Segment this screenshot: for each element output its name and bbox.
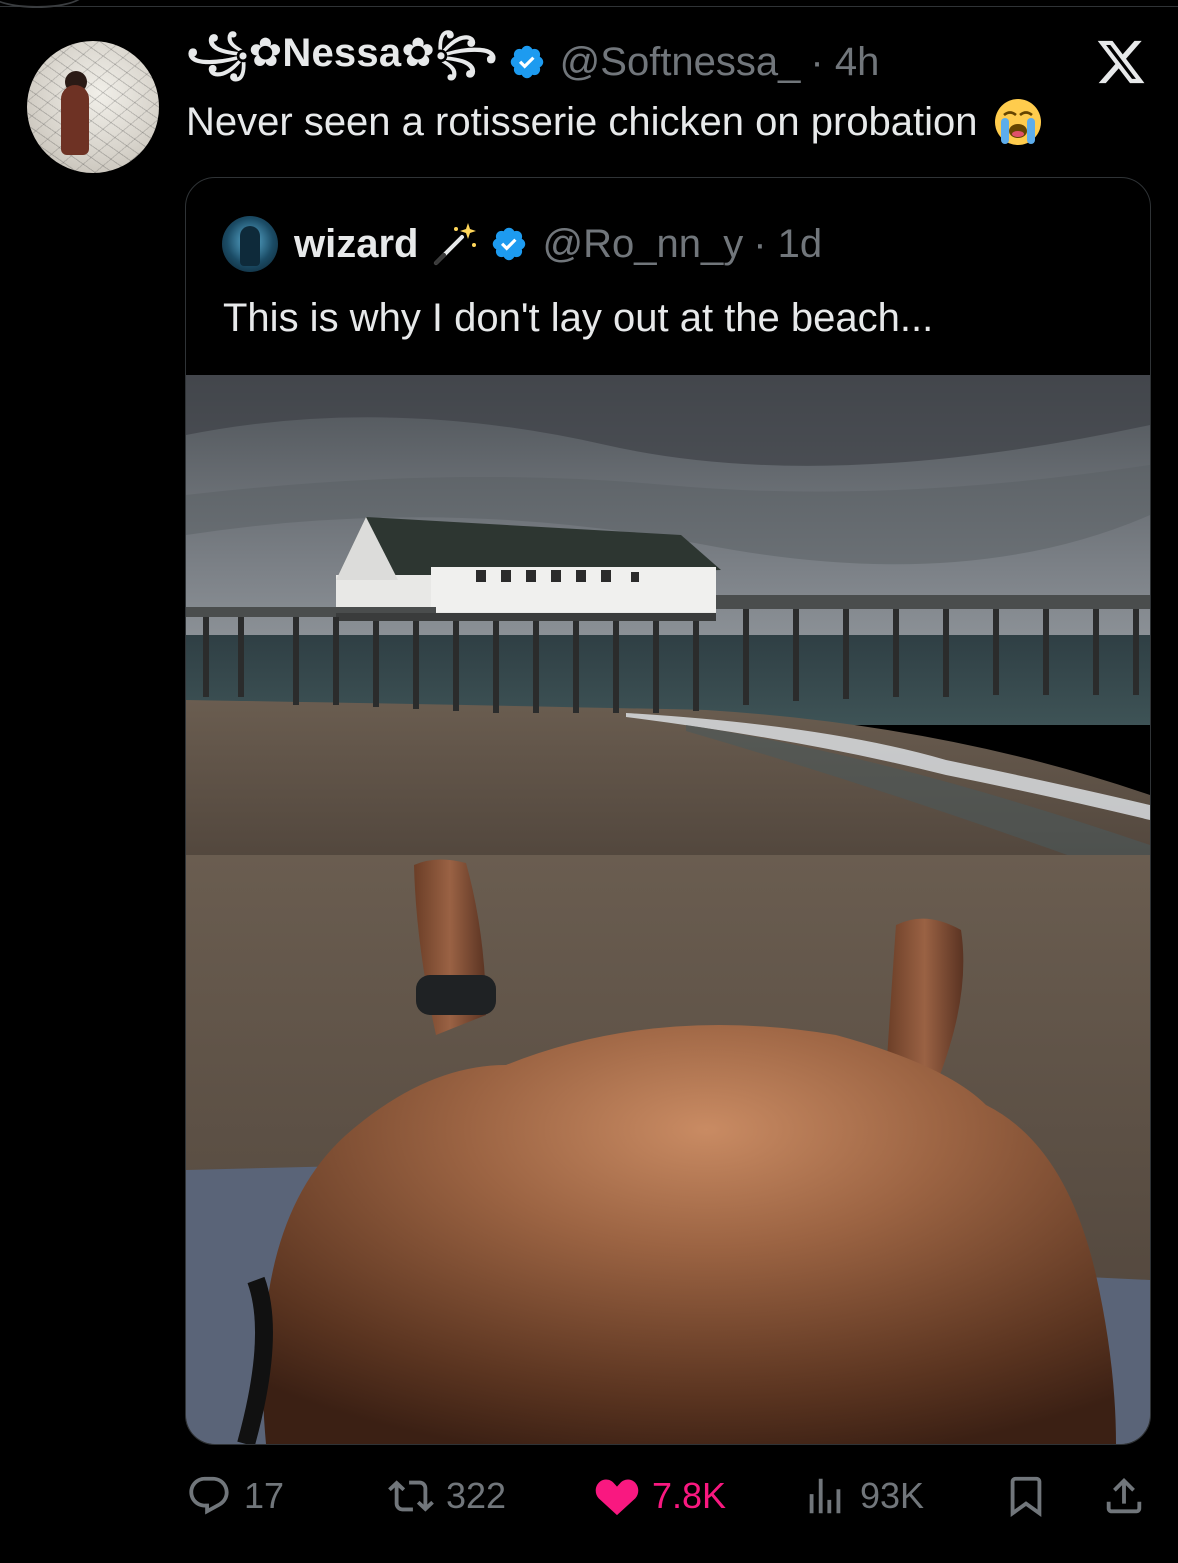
share-icon[interactable] [1101, 1473, 1147, 1519]
action-bar: 17 322 7.8K 93K [0, 1470, 1178, 1522]
quoted-author-avatar[interactable] [222, 216, 278, 272]
tweet-body: Never seen a rotisserie chicken on proba… [186, 99, 978, 144]
author-display-name[interactable]: ꧁✿Nessa✿꧂ [186, 21, 498, 103]
quoted-tweet-photo[interactable] [186, 375, 1150, 1444]
reply-button[interactable]: 17 [186, 1470, 284, 1522]
quoted-tweet-card[interactable]: wizard @Ro_nn_y · 1d This is why I don't… [185, 177, 1151, 1445]
magic-wand-icon [434, 223, 477, 265]
bookmark-icon[interactable] [1003, 1473, 1049, 1519]
like-icon [595, 1479, 639, 1516]
previous-post-divider [0, 0, 1178, 8]
repost-button[interactable]: 322 [388, 1470, 506, 1522]
verified-badge-icon [510, 45, 543, 79]
views-button[interactable]: 93K [802, 1470, 924, 1522]
like-button[interactable]: 7.8K [594, 1470, 726, 1522]
author-handle[interactable]: @Softnessa_ [560, 40, 801, 85]
quoted-author-display-name[interactable]: wizard [294, 222, 418, 267]
quoted-tweet-timestamp[interactable]: · 1d [753, 222, 822, 267]
reply-count: 17 [244, 1475, 285, 1516]
quoted-tweet-header: wizard @Ro_nn_y · 1d [222, 216, 822, 272]
reply-icon [189, 1476, 229, 1515]
verified-badge-icon [493, 227, 526, 261]
loudly-crying-face-icon [994, 99, 1041, 145]
views-icon [809, 1478, 841, 1514]
author-avatar[interactable] [27, 41, 159, 173]
tweet-header: ꧁✿Nessa✿꧂ @Softnessa_ · 4h [186, 31, 879, 86]
view-count: 93K [860, 1475, 925, 1516]
quoted-tweet-text: This is why I don't lay out at the beach… [223, 296, 934, 340]
quoted-author-handle[interactable]: @Ro_nn_y [542, 222, 743, 267]
repost-icon [388, 1480, 434, 1512]
x-logo-icon [1097, 40, 1145, 84]
tweet-text: Never seen a rotisserie chicken on proba… [186, 96, 1044, 148]
tweet-timestamp[interactable]: · 4h [810, 40, 879, 85]
repost-count: 322 [446, 1475, 507, 1516]
like-count: 7.8K [652, 1475, 727, 1516]
